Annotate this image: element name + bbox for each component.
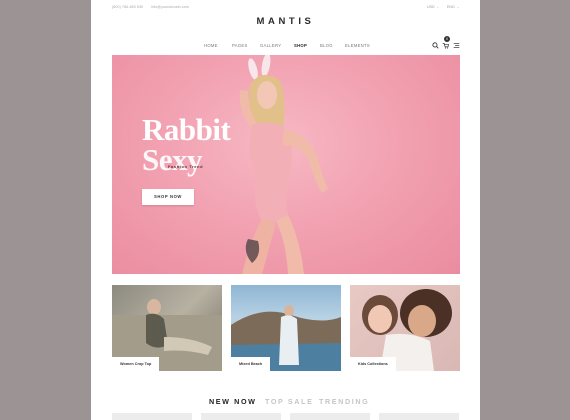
nav-item-pages[interactable]: PAGES [232, 43, 248, 48]
tab-trending[interactable]: TRENDING [319, 397, 369, 406]
phone-number[interactable]: (800) 766-650 630 [112, 5, 143, 9]
nav-item-gallery[interactable]: GALLERY [260, 43, 281, 48]
product-card[interactable] [379, 413, 459, 420]
nav-item-home[interactable]: HOME [204, 43, 218, 48]
chevron-down-icon: ⌄ [456, 5, 460, 9]
nav-item-blog[interactable]: BLOG [320, 43, 333, 48]
search-icon[interactable] [432, 42, 439, 49]
category-tile-women-crop-top[interactable]: Women Crop Top [112, 285, 222, 371]
category-tile-kids-collections[interactable]: Kids Collections [350, 285, 460, 371]
menu-icon[interactable] [453, 42, 460, 49]
hero-title-line-1: Rabbit [142, 112, 231, 147]
currency-select[interactable]: USD ⌄ [427, 5, 439, 9]
shop-now-button[interactable]: SHOP NOW [142, 189, 194, 205]
product-card[interactable] [112, 413, 192, 420]
chevron-down-icon: ⌄ [436, 5, 440, 9]
tab-top-sale[interactable]: TOP SALE [265, 397, 313, 406]
logo[interactable]: MANTIS [91, 16, 480, 27]
tab-new-now[interactable]: NEW NOW [209, 397, 257, 406]
main-nav: HOME PAGES GALLERY SHOP BLOG ELEMENTS [91, 43, 480, 51]
email-address[interactable]: info@yourdomain.com [151, 5, 189, 9]
category-label: Women Crop Top [112, 357, 160, 371]
cart-count-badge: 0 [444, 36, 450, 42]
hero-banner: Rabbit Sexy Fashion Trend SHOP NOW [112, 55, 460, 274]
top-bar: (800) 766-650 630 info@yourdomain.com US… [91, 0, 480, 14]
hero-subtitle: Fashion Trend [168, 164, 204, 169]
product-card[interactable] [290, 413, 370, 420]
category-label: Kids Collections [350, 357, 396, 371]
nav-item-elements[interactable]: ELEMENTS [345, 43, 370, 48]
category-tile-mixed-beach[interactable]: Mixed Beach [231, 285, 341, 371]
hero-title-line-2: Sexy [142, 142, 203, 177]
nav-item-shop[interactable]: SHOP [294, 43, 307, 48]
language-select[interactable]: ENG ⌄ [447, 5, 459, 9]
page: (800) 766-650 630 info@yourdomain.com US… [91, 0, 480, 420]
product-card[interactable] [201, 413, 281, 420]
cart-icon[interactable] [442, 42, 449, 49]
category-label: Mixed Beach [231, 357, 271, 371]
